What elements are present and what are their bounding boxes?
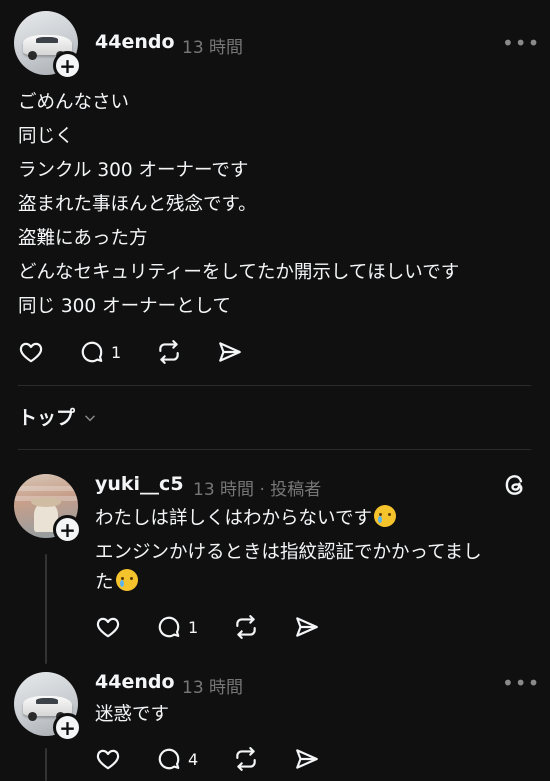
repost-icon[interactable] [233,746,259,772]
reply-line: エンジンかけるときは指紋認証でかかってまし [95,542,482,563]
divider [18,449,531,450]
reply-line: た [95,566,138,600]
like-heart-icon[interactable] [95,746,121,772]
like-heart-icon[interactable] [95,614,121,640]
reply-username[interactable]: 44endo [95,671,175,693]
reply-count: 1 [188,618,199,637]
thread-line [45,554,47,664]
reply-count: 4 [188,750,199,769]
crying-smile-emoji-icon [373,505,396,527]
crying-smile-emoji-icon [115,569,138,591]
post-line: 同じく [18,126,74,147]
more-options-icon[interactable]: ••• [502,671,540,695]
post-time: 13 時間 [182,38,244,58]
reply-line-text: た [95,572,114,593]
threads-logo-icon[interactable] [502,472,528,498]
post-line: ランクル 300 オーナーです [18,160,249,181]
post-line: 盗まれた事ほんと残念です。 [18,194,257,215]
reply-username[interactable]: yuki__c5 [95,473,184,495]
share-send-icon[interactable] [294,746,320,772]
post-line: 盗難にあった方 [18,228,148,249]
reply-count: 1 [111,343,122,362]
share-send-icon[interactable] [294,614,320,640]
thread-line [45,748,47,781]
reply-comment-icon[interactable] [79,339,105,365]
reply-comment-icon[interactable] [156,614,182,640]
reply-line-text: わたしは詳しくはわからないです [95,508,372,529]
sort-selector[interactable]: トップ [18,403,97,430]
share-send-icon[interactable] [217,339,243,365]
reply-meta: 13 時間 · 投稿者 [193,480,322,500]
reply-line: わたしは詳しくはわからないです [95,502,396,536]
like-heart-icon[interactable] [18,339,44,365]
post-username[interactable]: 44endo [95,31,175,53]
more-options-icon[interactable]: ••• [502,31,540,55]
divider [18,385,531,386]
post-line: ごめんなさい [18,92,130,113]
follow-plus-icon[interactable]: + [53,51,82,80]
chevron-down-icon [83,410,97,424]
post-line: どんなセキュリティーをしてたか開示してほしいです [18,262,460,283]
follow-plus-icon[interactable]: + [53,515,82,544]
reply-time: 13 時間 [182,678,244,698]
reply-comment-icon[interactable] [156,746,182,772]
sort-label: トップ [18,407,76,429]
follow-plus-icon[interactable]: + [53,713,82,742]
post-line: 同じ 300 オーナーとして [18,296,232,317]
repost-icon[interactable] [233,614,259,640]
reply-text: 迷惑です [95,704,170,725]
repost-icon[interactable] [156,339,182,365]
